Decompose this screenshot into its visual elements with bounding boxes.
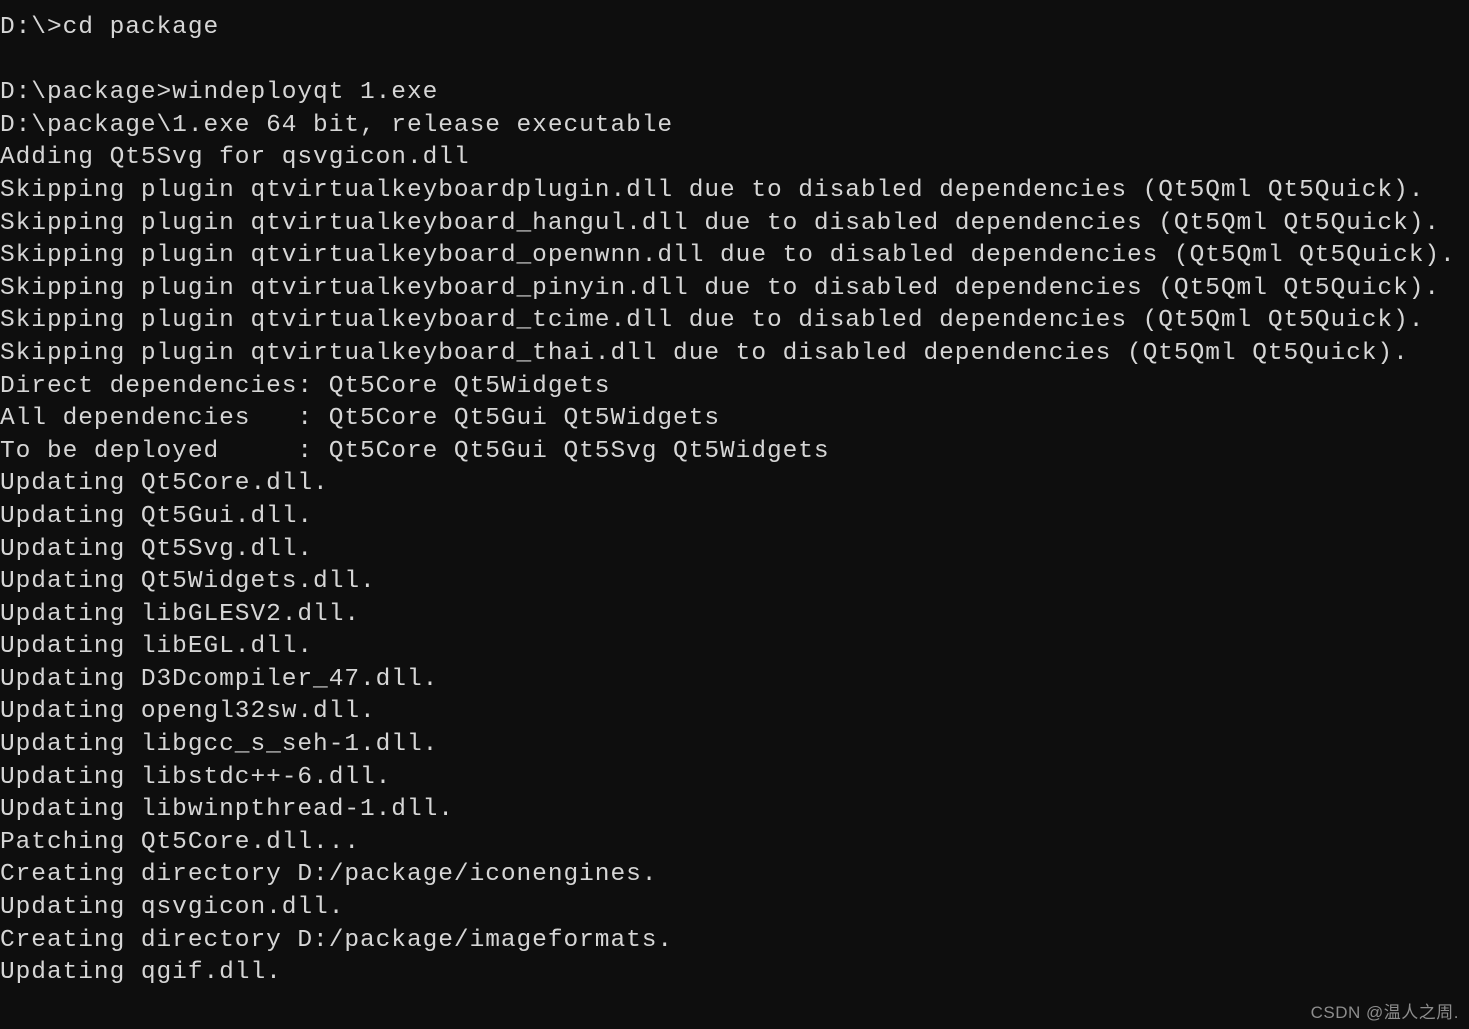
console-line: Updating qgif.dll. xyxy=(0,959,282,987)
console-line: Direct dependencies: Qt5Core Qt5Widgets xyxy=(0,372,611,400)
console-line: D:\package>windeployqt 1.exe xyxy=(0,79,439,107)
console-line: Updating qsvgicon.dll. xyxy=(0,894,345,922)
console-line: Updating Qt5Svg.dll. xyxy=(0,535,314,563)
console-line: Skipping plugin qtvirtualkeyboardplugin.… xyxy=(0,176,1425,204)
console-output: D:\>cd package D:\package>windeployqt 1.… xyxy=(0,12,1469,990)
console-line: Creating directory D:/package/iconengine… xyxy=(0,861,658,889)
console-line: Creating directory D:/package/imageforma… xyxy=(0,926,674,954)
console-line: Patching Qt5Core.dll... xyxy=(0,828,361,856)
console-line: Skipping plugin qtvirtualkeyboard_pinyin… xyxy=(0,274,1441,302)
watermark: CSDN @温人之周. xyxy=(1310,1003,1459,1022)
console-line: All dependencies : Qt5Core Qt5Gui Qt5Wid… xyxy=(0,405,721,433)
console-line: Updating libEGL.dll. xyxy=(0,633,314,661)
console-line: Updating libwinpthread-1.dll. xyxy=(0,796,454,824)
console-line: D:\>cd package xyxy=(0,14,220,41)
console-line: Updating D3Dcompiler_47.dll. xyxy=(0,665,439,693)
console-line: Skipping plugin qtvirtualkeyboard_hangul… xyxy=(0,209,1441,237)
console-line: Updating libGLESV2.dll. xyxy=(0,600,361,628)
console-line: D:\package\1.exe 64 bit, release executa… xyxy=(0,111,674,139)
console-line: Updating Qt5Gui.dll. xyxy=(0,502,314,530)
console-line: Updating libgcc_s_seh-1.dll. xyxy=(0,731,439,759)
console-line: Updating Qt5Widgets.dll. xyxy=(0,568,376,596)
console-line: Updating libstdc++-6.dll. xyxy=(0,763,392,791)
console-line: Skipping plugin qtvirtualkeyboard_tcime.… xyxy=(0,307,1425,335)
console-line: Adding Qt5Svg for qsvgicon.dll xyxy=(0,144,470,172)
console-line: Updating opengl32sw.dll. xyxy=(0,698,376,726)
console-line: Skipping plugin qtvirtualkeyboard_thai.d… xyxy=(0,339,1409,367)
console-line: To be deployed : Qt5Core Qt5Gui Qt5Svg Q… xyxy=(0,437,830,465)
console-line: Skipping plugin qtvirtualkeyboard_openwn… xyxy=(0,242,1456,270)
terminal-window[interactable]: D:\>cd package D:\package>windeployqt 1.… xyxy=(0,0,1469,1029)
console-line: Updating Qt5Core.dll. xyxy=(0,470,329,498)
